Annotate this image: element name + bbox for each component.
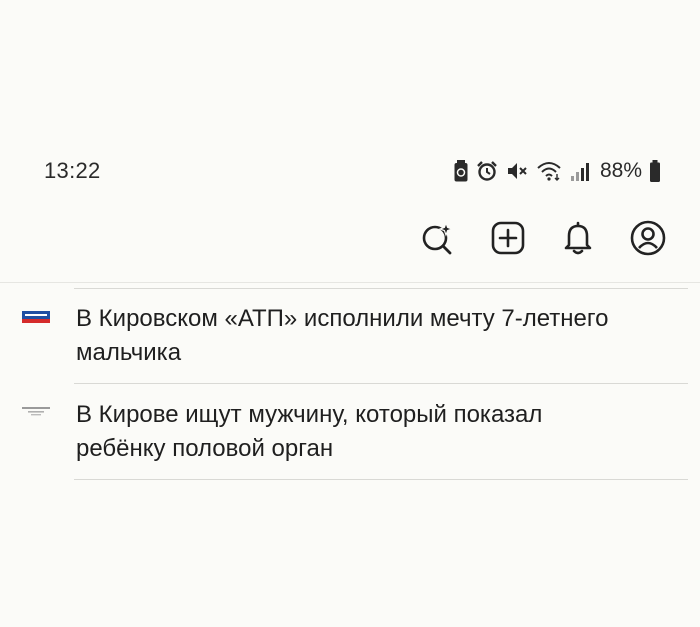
add-button[interactable] [486, 216, 530, 260]
status-bar: 13:22 88% [0, 152, 700, 192]
news-headline: В Кирове ищут мужчину, который показал р… [76, 401, 543, 462]
battery-saver-icon [454, 160, 468, 182]
russia-tv-logo-icon [22, 311, 50, 323]
news-item-divider [74, 479, 688, 480]
news-source-logo-icon [22, 407, 50, 416]
add-icon [491, 221, 525, 255]
ai-search-icon [422, 221, 454, 255]
header-toolbar [416, 216, 670, 260]
list-top-divider [74, 288, 688, 289]
notifications-button[interactable] [556, 216, 600, 260]
news-headline: В Кировском «АТП» исполнили мечту 7-летн… [76, 305, 609, 366]
header-divider [0, 282, 700, 283]
status-time: 13:22 [44, 158, 101, 183]
ai-search-button[interactable] [416, 216, 460, 260]
mute-icon [507, 163, 527, 179]
news-item[interactable]: В Кирове ищут мужчину, который показал р… [0, 398, 700, 480]
bell-icon [564, 221, 592, 255]
news-item[interactable]: В Кировском «АТП» исполнили мечту 7-летн… [0, 302, 700, 384]
profile-button[interactable] [626, 216, 670, 260]
alarm-icon [477, 161, 497, 181]
profile-icon [630, 220, 666, 256]
status-icons: 88% [454, 156, 660, 186]
wifi-icon [537, 162, 561, 181]
battery-percent: 88% [599, 159, 642, 182]
signal-icon [570, 163, 589, 181]
news-item-divider [74, 383, 688, 384]
battery-icon [650, 160, 660, 182]
